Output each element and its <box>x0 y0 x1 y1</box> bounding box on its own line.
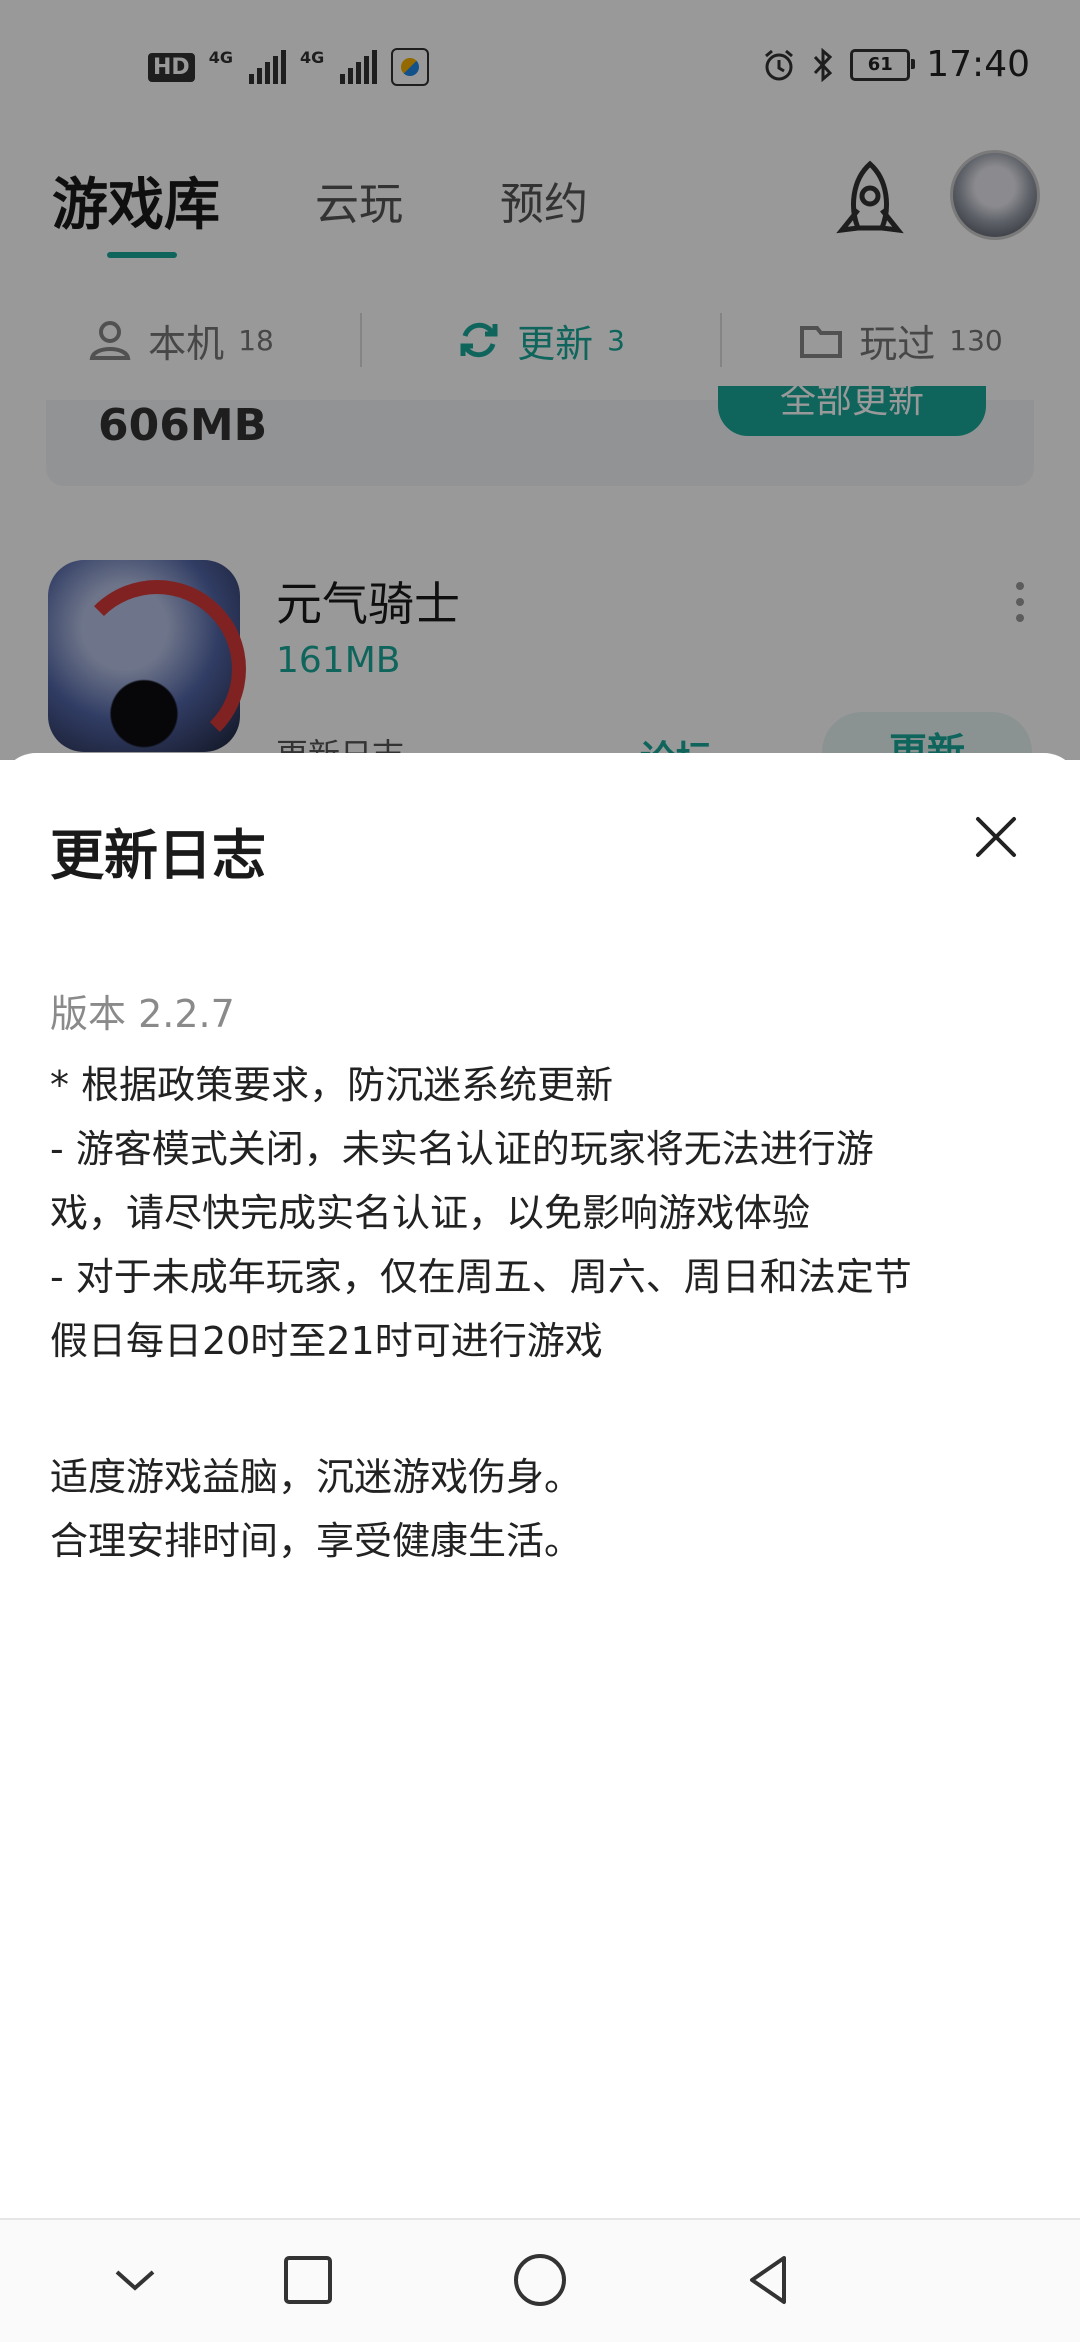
back-icon[interactable] <box>740 2250 800 2310</box>
changelog-notes: * 根据政策要求，防沉迷系统更新 - 游客模式关闭，未实名认证的玩家将无法进行游… <box>50 1063 912 1363</box>
system-navigation-bar <box>0 2218 1080 2342</box>
health-tip-2: 合理安排时间，享受健康生活。 <box>50 1519 583 1563</box>
recent-apps-icon[interactable] <box>278 2250 338 2310</box>
health-tip-1: 适度游戏益脑，沉迷游戏伤身。 <box>50 1455 583 1499</box>
changelog-sheet: 更新日志 版本 2.2.7 * 根据政策要求，防沉迷系统更新 - 游客模式关闭，… <box>0 753 1080 2218</box>
home-icon[interactable] <box>510 2250 570 2310</box>
chevron-down-icon[interactable] <box>105 2250 165 2310</box>
version-label: 版本 2.2.7 <box>50 992 235 1036</box>
modal-overlay[interactable] <box>0 0 1080 760</box>
health-tips: 适度游戏益脑，沉迷游戏伤身。 合理安排时间，享受健康生活。 <box>50 1445 582 1573</box>
sheet-title: 更新日志 <box>50 824 266 887</box>
close-icon[interactable] <box>964 805 1028 869</box>
